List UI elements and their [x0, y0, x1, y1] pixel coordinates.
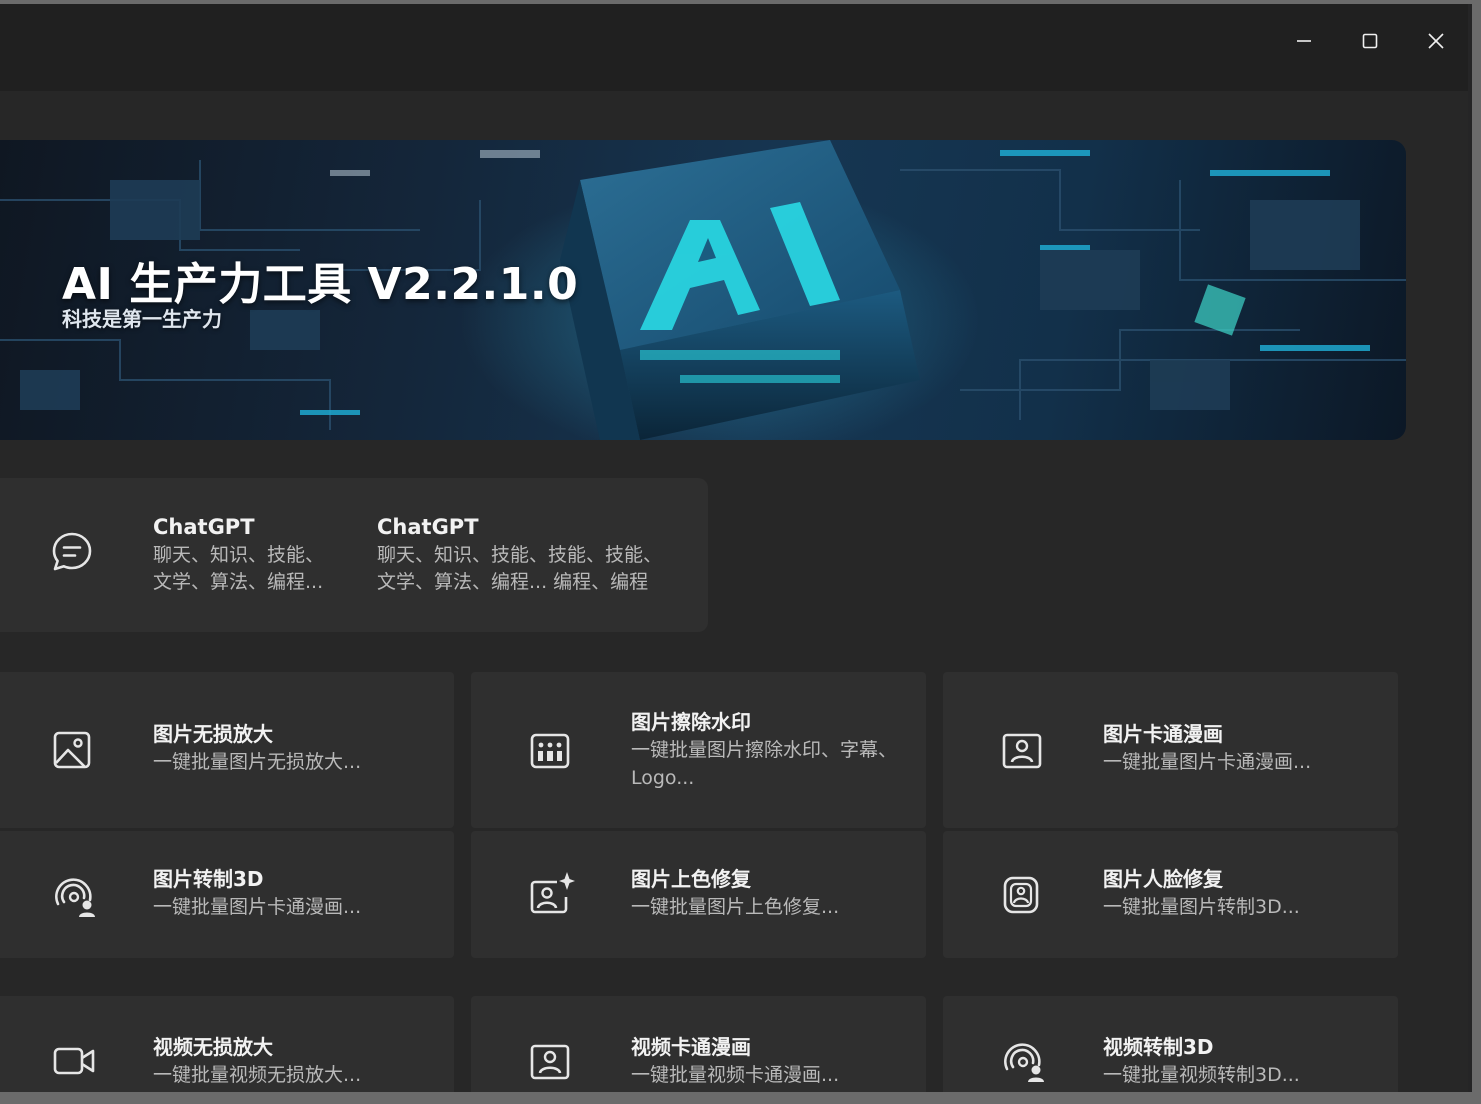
minimize-icon: [1297, 40, 1311, 42]
tool-desc: 一键批量图片上色修复...: [631, 896, 840, 918]
tool-text: 图片人脸修复 一键批量图片转制3D...: [1103, 865, 1373, 921]
tool-card-watermark-remove[interactable]: 图片擦除水印 一键批量图片擦除水印、字幕、Logo...: [471, 672, 926, 828]
tool-card-image-cartoon[interactable]: 图片卡通漫画 一键批量图片卡通漫画...: [943, 672, 1398, 828]
tool-title: 视频无损放大: [153, 1035, 273, 1059]
tool-card-video-upscale[interactable]: 视频无损放大 一键批量视频无损放大...: [0, 996, 454, 1092]
title-bar[interactable]: [0, 4, 1468, 91]
watermark-erase-icon: [530, 733, 570, 769]
chat-bubble-icon: [52, 532, 92, 571]
tool-text: 视频无损放大 一键批量视频无损放大...: [153, 1033, 423, 1089]
tool-title: 图片无损放大: [153, 722, 273, 746]
tool-card-video-3d[interactable]: 视频转制3D 一键批量视频转制3D...: [943, 996, 1398, 1092]
3d-person-icon: [55, 878, 95, 917]
window-bottom-border: [0, 1092, 1481, 1104]
chatgpt-item-desc-line1: 聊天、知识、技能、技能、技能、: [377, 544, 663, 566]
tool-desc: 一键批量图片卡通漫画...: [1103, 751, 1312, 773]
window-right-border: [1472, 0, 1481, 1104]
tool-title: 图片上色修复: [631, 867, 751, 891]
tool-desc: 一键批量图片转制3D...: [1103, 896, 1300, 918]
tool-desc: 一键批量图片擦除水印、字幕、Logo...: [631, 739, 898, 789]
colorize-sparkle-icon: [530, 872, 575, 914]
tool-text: 图片无损放大 一键批量图片无损放大...: [153, 720, 423, 776]
video-camera-icon: [53, 1047, 95, 1075]
tool-text: 图片擦除水印 一键批量图片擦除水印、字幕、Logo...: [631, 708, 901, 792]
hero-banner: AI 生产力工具 V2.2.1.0 科技是第一生产力: [0, 140, 1406, 440]
face-restore-icon: [1003, 876, 1039, 914]
chatgpt-item-2[interactable]: ChatGPT 聊天、知识、技能、技能、技能、 文学、算法、编程... 编程、编…: [377, 512, 717, 596]
main-content: AI 生产力工具 V2.2.1.0 科技是第一生产力 ChatGPT 聊天、知识…: [0, 91, 1468, 1092]
tool-card-face-restore[interactable]: 图片人脸修复 一键批量图片转制3D...: [943, 831, 1398, 958]
tool-title: 图片擦除水印: [631, 710, 751, 734]
chatgpt-card[interactable]: ChatGPT 聊天、知识、技能、 文学、算法、编程... ChatGPT 聊天…: [0, 478, 708, 632]
tool-text: 图片转制3D 一键批量图片卡通漫画...: [153, 865, 423, 921]
tool-title: 图片人脸修复: [1103, 867, 1223, 891]
tool-card-image-upscale[interactable]: 图片无损放大 一键批量图片无损放大...: [0, 672, 454, 828]
chatgpt-item-title: ChatGPT: [377, 515, 479, 539]
minimize-button[interactable]: [1281, 18, 1327, 64]
app-subtitle: 科技是第一生产力: [62, 307, 222, 331]
maximize-icon: [1362, 33, 1378, 49]
maximize-button[interactable]: [1347, 18, 1393, 64]
tool-desc: 一键批量视频无损放大...: [153, 1064, 362, 1086]
image-icon: [53, 731, 91, 769]
tool-desc: 一键批量视频转制3D...: [1103, 1064, 1300, 1086]
portrait-frame-icon: [530, 1044, 570, 1080]
close-button[interactable]: [1413, 18, 1459, 64]
tool-title: 图片卡通漫画: [1103, 722, 1223, 746]
close-icon: [1428, 33, 1444, 49]
tool-desc: 一键批量图片无损放大...: [153, 751, 362, 773]
tool-card-image-3d[interactable]: 图片转制3D 一键批量图片卡通漫画...: [0, 831, 454, 958]
portrait-frame-icon: [1002, 733, 1042, 769]
tool-title: 视频卡通漫画: [631, 1035, 751, 1059]
tool-desc: 一键批量图片卡通漫画...: [153, 896, 362, 918]
tool-text: 图片上色修复 一键批量图片上色修复...: [631, 865, 901, 921]
tool-text: 图片卡通漫画 一键批量图片卡通漫画...: [1103, 720, 1373, 776]
tool-text: 视频转制3D 一键批量视频转制3D...: [1103, 1033, 1373, 1089]
3d-person-icon: [1004, 1043, 1044, 1082]
tool-card-video-cartoon[interactable]: 视频卡通漫画 一键批量视频卡通漫画...: [471, 996, 926, 1092]
tool-text: 视频卡通漫画 一键批量视频卡通漫画...: [631, 1033, 901, 1089]
tool-title: 图片转制3D: [153, 867, 264, 891]
tool-card-image-colorize[interactable]: 图片上色修复 一键批量图片上色修复...: [471, 831, 926, 958]
tool-desc: 一键批量视频卡通漫画...: [631, 1064, 840, 1086]
tool-title: 视频转制3D: [1103, 1035, 1214, 1059]
chatgpt-item-desc-line2: 文学、算法、编程... 编程、编程: [377, 571, 649, 593]
